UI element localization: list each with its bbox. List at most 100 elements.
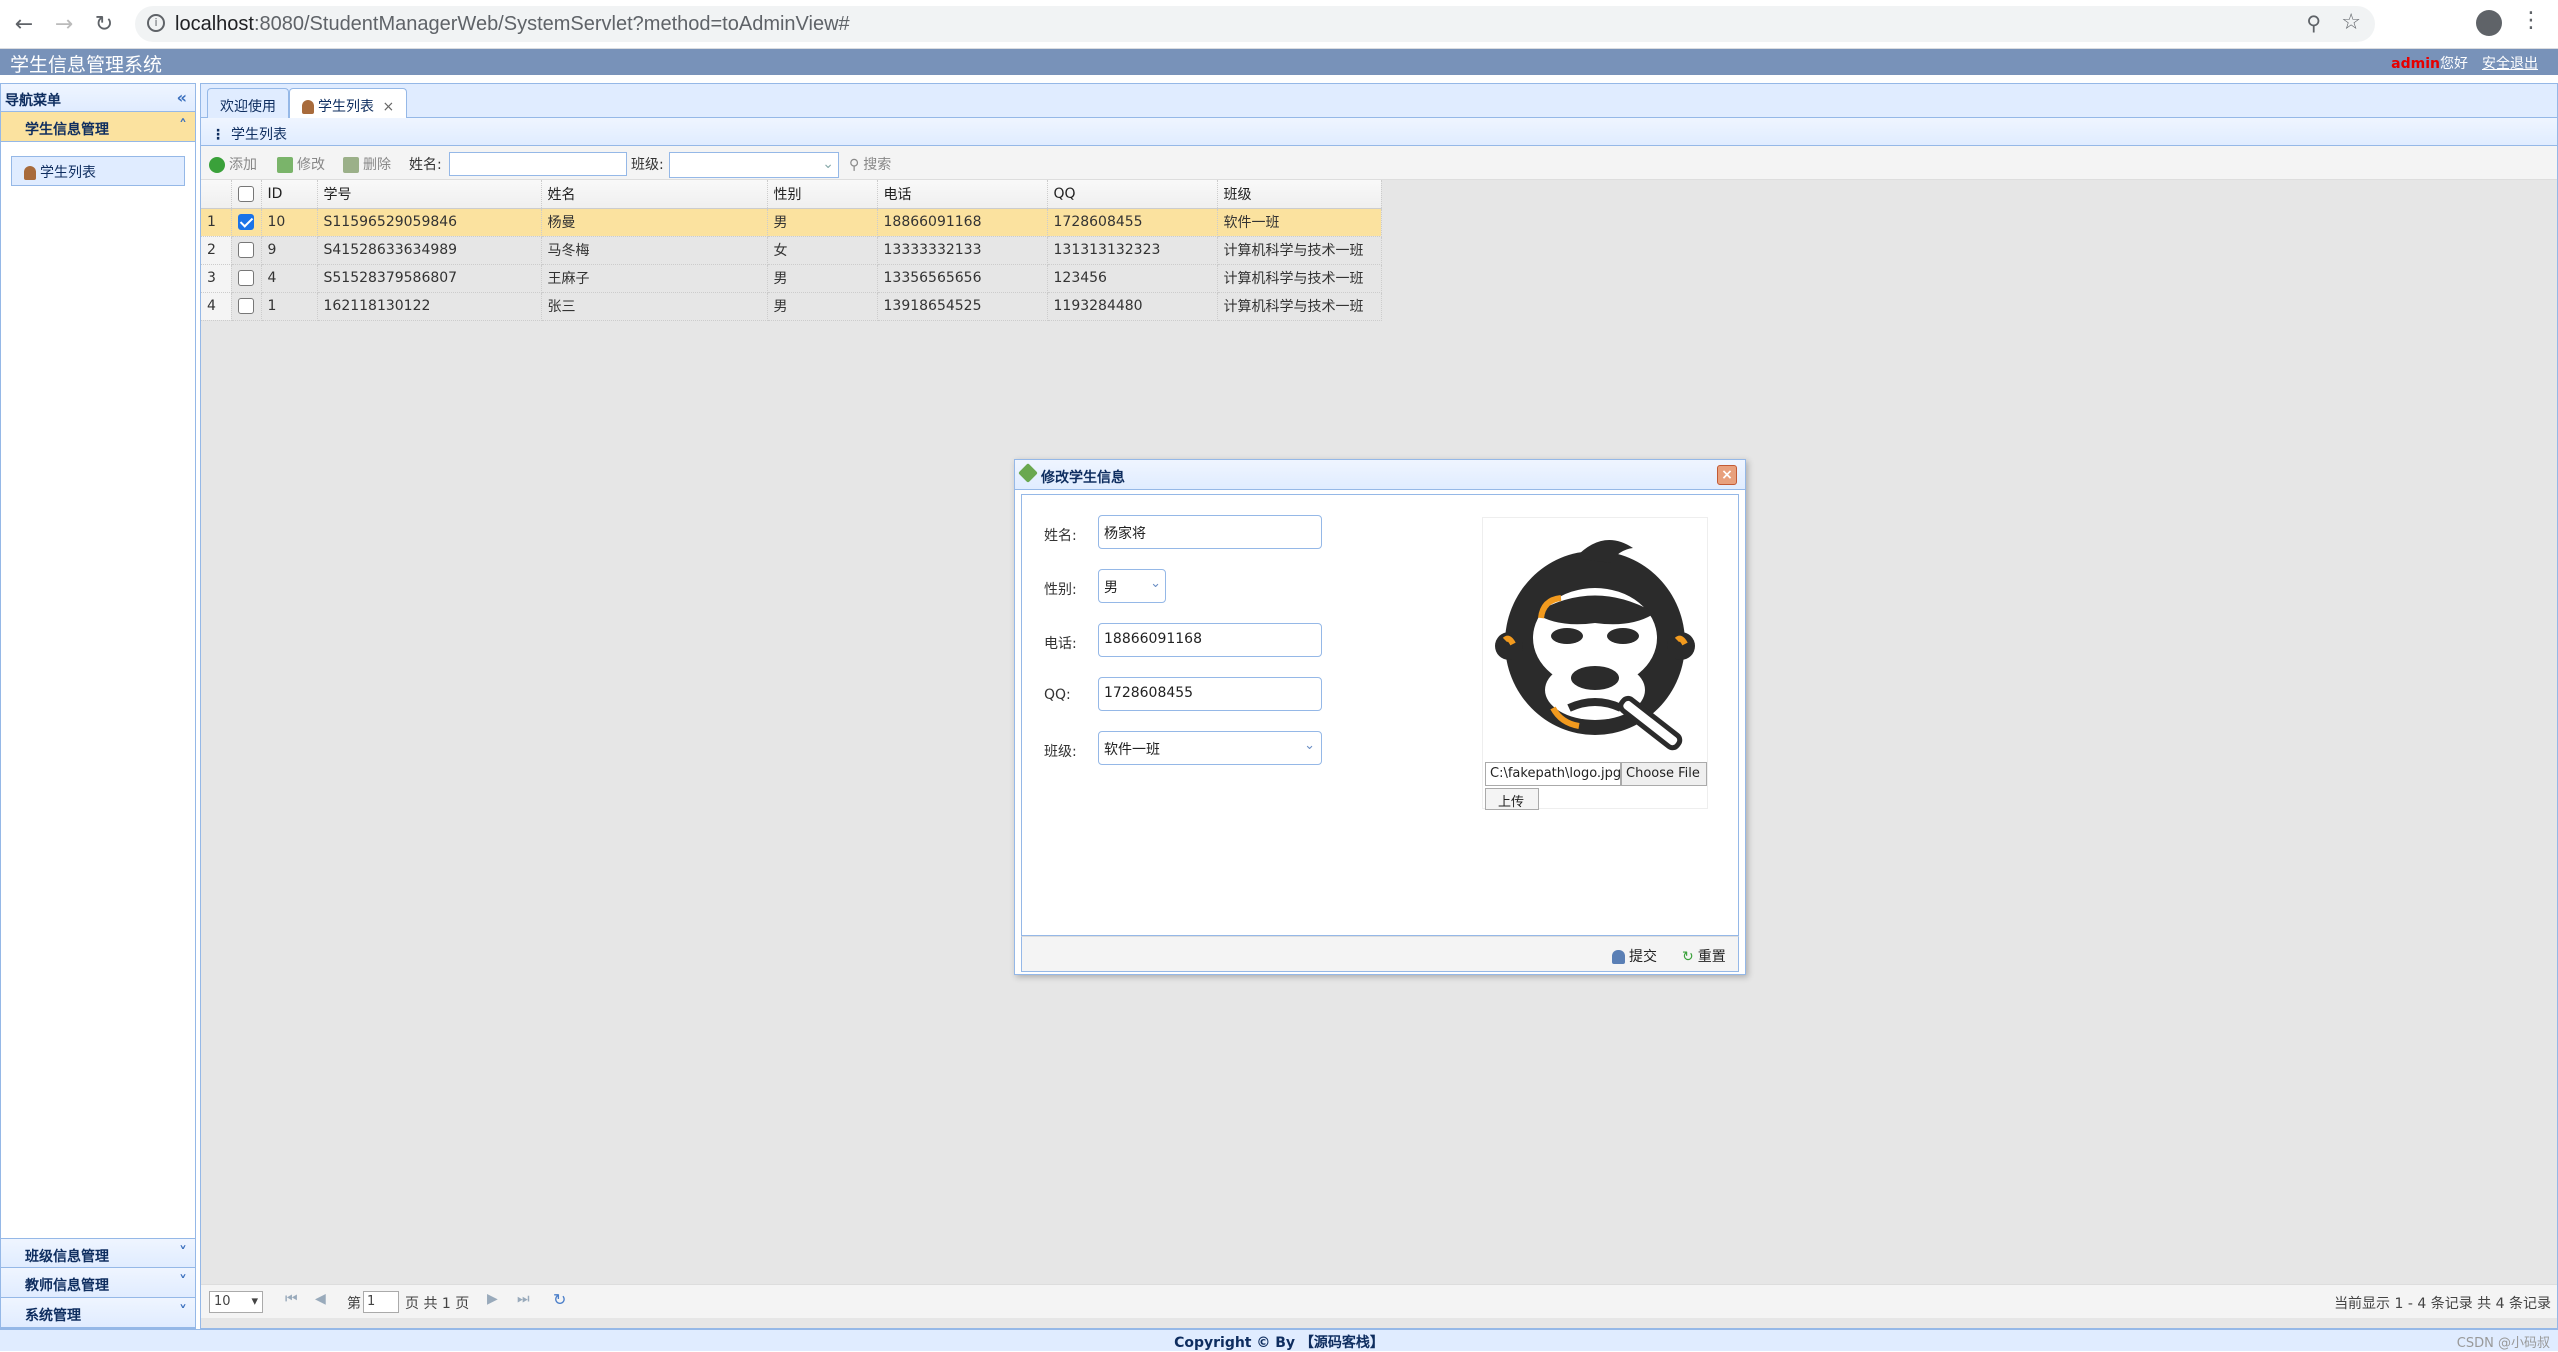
table-cell: 13333332133	[877, 236, 1048, 265]
greeting: 您好	[2440, 56, 2468, 72]
name-filter-input[interactable]	[449, 152, 627, 176]
nav-group-classes[interactable]: 班级信息管理 ˅	[1, 1238, 195, 1268]
row-checkbox[interactable]	[237, 270, 254, 286]
row-checkbox-cell[interactable]	[231, 208, 262, 237]
row-checkbox-cell[interactable]	[231, 292, 262, 321]
search-button[interactable]: ⚲ 搜索	[849, 154, 891, 174]
table-header-row: ID 学号 姓名 性别 电话 QQ 班级	[201, 180, 1382, 209]
sidebar-item-student-list[interactable]: 学生列表	[11, 156, 185, 186]
refresh-icon[interactable]: ↻	[553, 1290, 566, 1309]
class-filter-select[interactable]: ⌄	[669, 152, 839, 178]
dialog-body: 姓名: 杨家将 性别: 男 ⌄ 电话: 18866091168 QQ: 17286…	[1021, 494, 1739, 936]
url-host: localhost	[175, 13, 254, 35]
tab-student-list[interactable]: 学生列表 ×	[289, 88, 408, 118]
back-arrow-icon[interactable]: ←	[8, 8, 40, 40]
gender-label: 性别:	[1044, 582, 1077, 598]
info-icon[interactable]: i	[147, 14, 165, 32]
next-page-icon[interactable]: ▶	[487, 1291, 498, 1307]
user-icon	[302, 100, 314, 114]
double-down-chevron-icon[interactable]: ˅	[179, 1272, 187, 1291]
forward-arrow-icon[interactable]: →	[48, 8, 80, 40]
last-page-icon[interactable]: ⏭	[517, 1291, 530, 1307]
column-header[interactable]: 班级	[1217, 180, 1382, 209]
browser-toolbar: ← → ↻ i localhost:8080/StudentManagerWeb…	[0, 0, 2558, 49]
phone-label: 电话:	[1044, 636, 1077, 652]
profile-avatar-icon[interactable]	[2476, 10, 2502, 36]
table-cell: 10	[261, 208, 318, 237]
table-cell: 13918654525	[877, 292, 1048, 321]
file-path-field: C:\fakepath\logo.jpg	[1485, 762, 1621, 786]
submit-button[interactable]: 提交	[1612, 946, 1657, 966]
row-checkbox-cell[interactable]	[231, 264, 262, 293]
column-header[interactable]: 姓名	[541, 180, 768, 209]
kebab-menu-icon[interactable]: ⋮	[2520, 8, 2542, 33]
column-header[interactable]: 学号	[317, 180, 542, 209]
url-text: localhost:8080/StudentManagerWeb/SystemS…	[175, 13, 850, 36]
qq-input[interactable]: 1728608455	[1098, 677, 1322, 711]
double-down-chevron-icon[interactable]: ˅	[179, 1302, 187, 1321]
nav-group-students[interactable]: 学生信息管理 ˄	[1, 112, 195, 142]
phone-input[interactable]: 18866091168	[1098, 623, 1322, 657]
close-icon[interactable]: ×	[1717, 465, 1737, 485]
double-down-chevron-icon[interactable]: ˅	[179, 1243, 187, 1262]
nav-group-teachers[interactable]: 教师信息管理 ˅	[1, 1268, 195, 1298]
gender-select[interactable]: 男 ⌄	[1098, 569, 1166, 603]
table-cell: 123456	[1047, 264, 1218, 293]
table-row[interactable]: 3 4 S51528379586807 王麻子男 13356565656 123456 计算…	[201, 264, 1382, 293]
nav-group-label: 学生信息管理	[25, 122, 109, 138]
row-checkbox[interactable]	[237, 242, 254, 258]
chevron-down-icon: ▾	[251, 1294, 258, 1309]
table-cell: 软件一班	[1217, 208, 1382, 237]
choose-file-button[interactable]: Choose File	[1621, 762, 1707, 786]
submit-label: 提交	[1629, 949, 1657, 965]
column-header[interactable]: 电话	[877, 180, 1048, 209]
reset-label: 重置	[1697, 949, 1726, 965]
table-cell: S11596529059846	[317, 208, 542, 237]
row-checkbox[interactable]	[237, 214, 254, 230]
table-cell: 131313132323	[1047, 236, 1218, 265]
url-path: :8080/StudentManagerWeb/SystemServlet?me…	[253, 13, 850, 35]
tab-welcome[interactable]: 欢迎使用	[207, 88, 289, 118]
zoom-icon[interactable]: ⚲	[2306, 11, 2321, 35]
left-nav: 导航菜单 « 学生信息管理 ˄ 学生列表 班级信息管理 ˅ 教师信息管理 ˅ 系…	[0, 83, 196, 1329]
first-page-icon[interactable]: ⏮	[285, 1291, 298, 1307]
row-number: 4	[201, 292, 232, 321]
select-all-checkbox[interactable]	[237, 185, 254, 202]
logout-link[interactable]: 安全退出	[2482, 56, 2538, 72]
table-row[interactable]: 1 10 S11596529059846 杨曼男 18866091168 17286084…	[201, 208, 1382, 237]
app-title: 学生信息管理系统	[10, 54, 163, 76]
address-bar[interactable]: i localhost:8080/StudentManagerWeb/Syste…	[135, 6, 2375, 42]
reset-button[interactable]: ↻ 重置	[1682, 946, 1726, 966]
grid-toolbar: 添加 修改 删除 姓名: 班级: ⌄ ⚲ 搜索	[201, 146, 2557, 180]
collapse-double-left-icon[interactable]: «	[177, 88, 187, 107]
add-button[interactable]: 添加	[209, 154, 257, 174]
page-number-input[interactable]: 1	[363, 1291, 399, 1313]
nav-group-label: 系统管理	[25, 1308, 81, 1324]
page-size-select[interactable]: 10 ▾	[209, 1291, 263, 1313]
bookmark-star-icon[interactable]: ☆	[2341, 10, 2361, 35]
grip-icon: ⋮	[211, 127, 225, 143]
row-checkbox[interactable]	[237, 298, 254, 314]
column-header[interactable]: 性别	[767, 180, 878, 209]
table-row[interactable]: 4 1 162118130122 张三男 13918654525 1193284480 计算…	[201, 292, 1382, 321]
double-up-chevron-icon[interactable]: ˄	[179, 116, 187, 135]
table-cell: 1728608455	[1047, 208, 1218, 237]
qq-label: QQ:	[1044, 687, 1071, 703]
close-icon[interactable]: ×	[382, 99, 394, 115]
table-row[interactable]: 2 9 S41528633634989 马冬梅女 13333332133 13131313…	[201, 236, 1382, 265]
table-cell: 杨曼	[541, 208, 768, 237]
upload-button[interactable]: 上传	[1485, 788, 1539, 810]
class-select[interactable]: 软件一班 ⌄	[1098, 731, 1322, 765]
reload-icon[interactable]: ↻	[88, 8, 120, 40]
select-all-checkbox-cell[interactable]	[231, 180, 262, 209]
delete-icon	[343, 157, 359, 173]
nav-group-system[interactable]: 系统管理 ˅	[1, 1298, 195, 1328]
name-input[interactable]: 杨家将	[1098, 515, 1322, 549]
grid-title-bar: ⋮ 学生列表	[201, 118, 2557, 146]
row-checkbox-cell[interactable]	[231, 236, 262, 265]
delete-button[interactable]: 删除	[343, 154, 391, 174]
edit-button[interactable]: 修改	[277, 154, 325, 174]
prev-page-icon[interactable]: ◀	[315, 1291, 326, 1307]
column-header[interactable]: ID	[261, 180, 318, 209]
column-header[interactable]: QQ	[1047, 180, 1218, 209]
